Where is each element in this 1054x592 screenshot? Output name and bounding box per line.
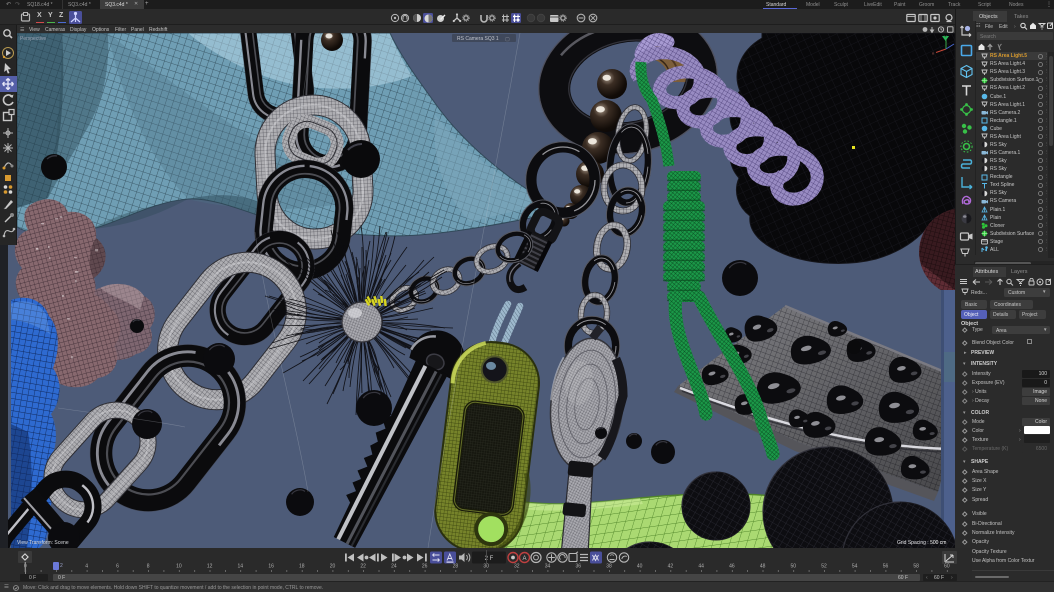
svg-text:28: 28 [453,564,459,570]
svg-text:32: 32 [514,564,520,570]
svg-text:24: 24 [391,564,397,570]
svg-text:50: 50 [791,564,797,570]
svg-text:20: 20 [330,564,336,570]
svg-text:x: x [932,51,934,56]
svg-text:54: 54 [852,564,858,570]
svg-text:58: 58 [913,564,919,570]
svg-text:48: 48 [760,564,766,570]
svg-text:12: 12 [207,564,213,570]
svg-text:46: 46 [729,564,735,570]
svg-text:60: 60 [944,564,950,570]
svg-text:8: 8 [147,564,150,570]
svg-text:40: 40 [637,564,643,570]
svg-text:View Transform: Scene: View Transform: Scene [17,540,69,546]
svg-text:56: 56 [883,564,889,570]
svg-text:34: 34 [545,564,551,570]
svg-text:14: 14 [238,564,244,570]
svg-text:4: 4 [85,564,88,570]
svg-text:Perspective: Perspective [20,36,46,42]
svg-text:38: 38 [606,564,612,570]
svg-text:26: 26 [422,564,428,570]
svg-text:10: 10 [176,564,182,570]
svg-text:36: 36 [576,564,582,570]
svg-text:44: 44 [698,564,704,570]
svg-text:RS Camera SQ3 1: RS Camera SQ3 1 [457,36,499,42]
svg-text:▢: ▢ [505,37,510,43]
svg-text:22: 22 [360,564,366,570]
svg-text:16: 16 [268,564,274,570]
svg-text:Grid Spacing : 500 cm: Grid Spacing : 500 cm [897,540,946,546]
svg-text:18: 18 [299,564,305,570]
svg-text:52: 52 [821,564,827,570]
svg-text:6: 6 [116,564,119,570]
svg-text:42: 42 [668,564,674,570]
